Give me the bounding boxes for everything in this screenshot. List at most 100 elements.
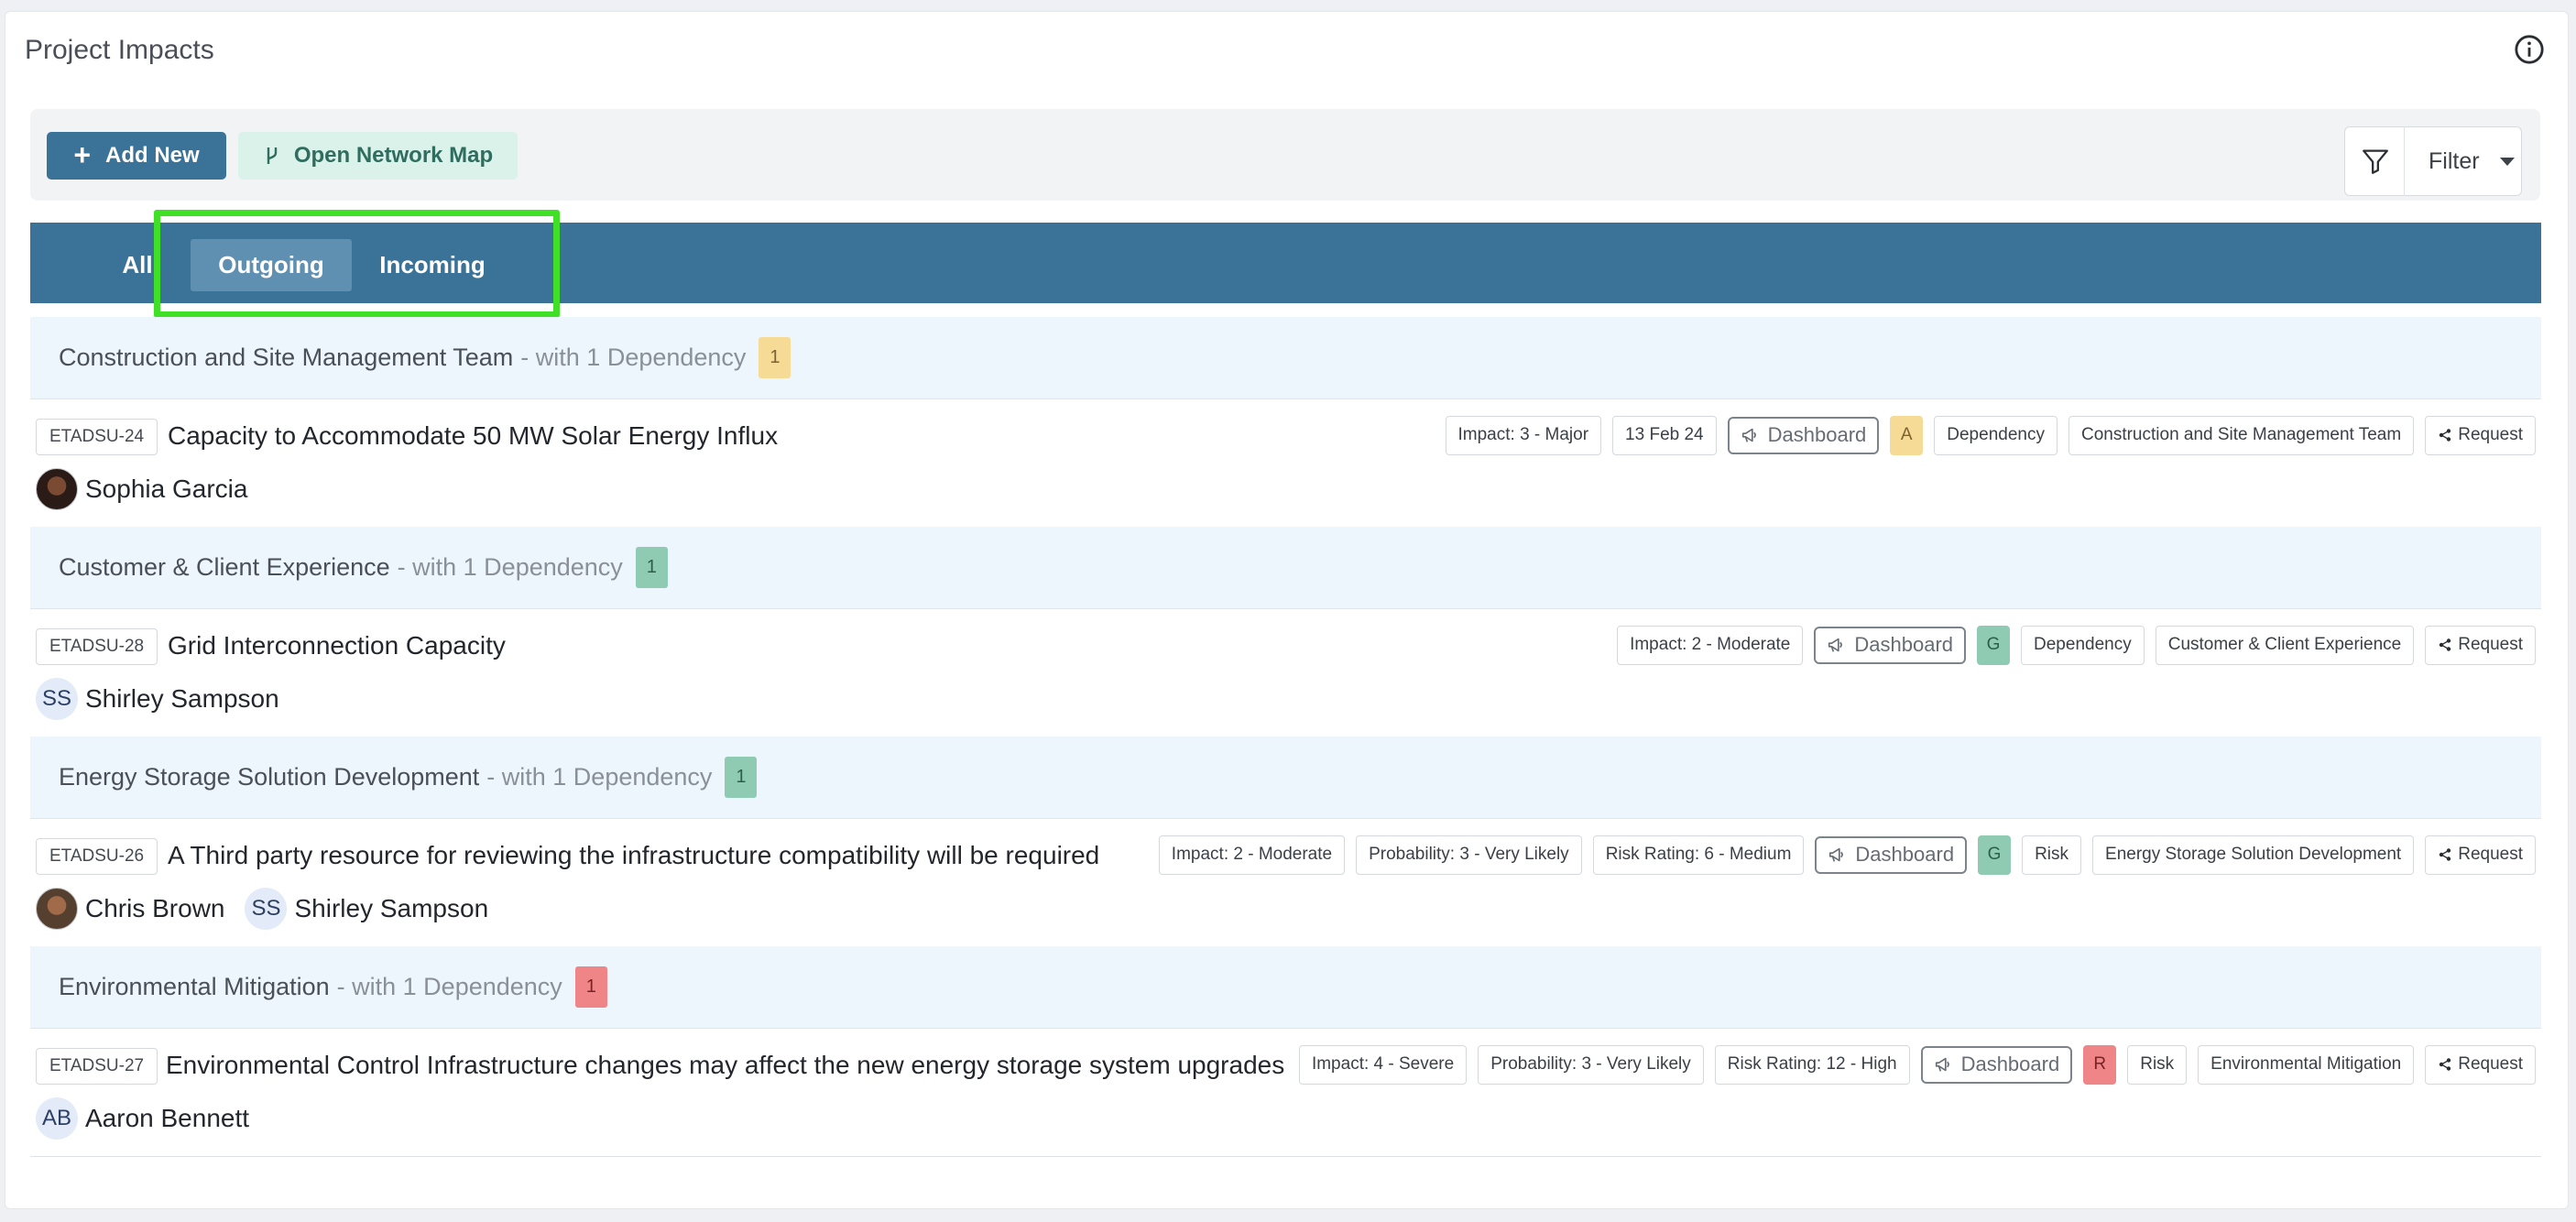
rag-status-badge: G [1977,625,2011,665]
assignee[interactable]: SS Shirley Sampson [36,678,279,720]
megaphone-icon [1935,1057,1949,1072]
list-item[interactable]: ETADSU-24 Capacity to Accommodate 50 MW … [30,400,2541,528]
info-circle-icon[interactable] [2514,34,2545,65]
item-chips: Impact: 2 - Moderate Dashboard G Depende… [1617,625,2536,665]
team-chip: Customer & Client Experience [2155,625,2415,665]
request-button[interactable]: Request [2425,415,2536,455]
assignee[interactable]: Chris Brown [36,888,224,930]
impact-chip: Impact: 4 - Severe [1298,1044,1468,1085]
item-id-badge[interactable]: ETADSU-24 [36,419,158,455]
filter-label: Filter [2429,147,2480,174]
assignee-name: Sophia Garcia [85,475,248,503]
list-item[interactable]: ETADSU-27 Environmental Control Infrastr… [30,1030,2541,1157]
type-chip: Dependency [1934,415,2058,455]
assignee-list: Sophia Garcia [36,467,267,511]
funnel-icon [2363,149,2388,174]
list-item[interactable]: ETADSU-26 A Third party resource for rev… [30,820,2541,947]
page-title: Project Impacts [25,35,214,65]
assignee-list: Chris Brown SS Shirley Sampson [36,887,508,931]
item-chips: Impact: 2 - Moderate Probability: 3 - Ve… [1158,835,2536,875]
probability-chip: Probability: 3 - Very Likely [1356,835,1582,875]
megaphone-icon [1741,428,1756,442]
type-chip: Risk [2022,835,2082,875]
request-button[interactable]: Request [2425,1044,2536,1085]
group-name: Customer & Client Experience [59,553,390,581]
dashboard-button[interactable]: Dashboard [1815,835,1968,874]
item-chips: Impact: 4 - Severe Probability: 3 - Very… [1298,1044,2536,1085]
type-chip: Risk [2127,1044,2188,1085]
assignee-list: SS Shirley Sampson [36,677,300,721]
branch-icon [267,147,278,164]
impact-chip: Impact: 2 - Moderate [1158,835,1346,875]
count-badge: 1 [759,337,791,378]
chevron-down-icon [2499,157,2515,166]
avatar: SS [245,888,288,930]
filter-dropdown[interactable]: Filter [2344,126,2522,196]
group-header[interactable]: Energy Storage Solution Development - wi… [30,736,2541,819]
rag-status-badge: R [2083,1044,2117,1085]
assignee-name: Shirley Sampson [85,684,279,713]
item-title[interactable]: Capacity to Accommodate 50 MW Solar Ener… [168,421,778,451]
megaphone-icon [1828,638,1843,652]
assignee-name: Chris Brown [85,894,225,922]
request-button[interactable]: Request [2425,835,2536,875]
assignee-name: Shirley Sampson [294,894,489,922]
rag-status-badge: G [1978,835,2012,875]
request-button[interactable]: Request [2425,625,2536,665]
impact-chip: Impact: 3 - Major [1445,415,1602,455]
plus-icon: + [73,137,91,171]
item-title[interactable]: Grid Interconnection Capacity [168,631,506,660]
avatar [36,888,78,930]
request-label: Request [2458,425,2523,444]
date-chip: 13 Feb 24 [1612,415,1717,455]
probability-chip: Probability: 3 - Very Likely [1478,1044,1704,1085]
item-id-badge[interactable]: ETADSU-28 [36,628,158,665]
open-network-map-button[interactable]: Open Network Map [238,132,518,180]
avatar: SS [36,678,78,720]
assignee[interactable]: AB Aaron Bennett [36,1097,249,1140]
item-title[interactable]: Environmental Control Infrastructure cha… [166,1051,1284,1080]
team-chip: Environmental Mitigation [2198,1044,2415,1085]
group-name: Construction and Site Management Team [59,344,514,371]
group-name: Energy Storage Solution Development [59,763,480,791]
assignee[interactable]: SS Shirley Sampson [245,888,488,930]
share-icon [2440,848,2451,861]
dashboard-button[interactable]: Dashboard [1814,626,1967,664]
avatar [36,468,78,510]
assignee-name: Aaron Bennett [85,1104,250,1132]
share-icon [2440,1058,2451,1071]
dashboard-label: Dashboard [1960,1053,2060,1075]
assignee-list: AB Aaron Bennett [36,1097,269,1140]
dashboard-button[interactable]: Dashboard [1727,416,1880,454]
group-dependency-count: - with 1 Dependency [486,763,713,791]
group-header[interactable]: Customer & Client Experience - with 1 De… [30,527,2541,609]
group-dependency-count: - with 1 Dependency [336,973,562,1000]
item-id-badge[interactable]: ETADSU-27 [36,1048,158,1085]
count-badge: 1 [725,757,758,798]
group-header[interactable]: Construction and Site Management Team - … [30,317,2541,399]
dashboard-label: Dashboard [1854,633,1954,656]
item-title[interactable]: A Third party resource for reviewing the… [168,841,1099,870]
share-icon [2440,638,2451,651]
list-item[interactable]: ETADSU-28 Grid Interconnection Capacity … [30,610,2541,737]
team-chip: Construction and Site Management Team [2068,415,2415,455]
group-dependency-count: - with 1 Dependency [520,344,747,371]
request-label: Request [2458,1054,2523,1074]
filter-divider [2404,126,2405,196]
count-badge: 1 [635,547,668,588]
group-name: Environmental Mitigation [59,973,330,1000]
dashboard-button[interactable]: Dashboard [1920,1045,2073,1084]
type-chip: Dependency [2021,625,2145,665]
rag-status-badge: A [1890,415,1924,455]
risk-rating-chip: Risk Rating: 6 - Medium [1592,835,1805,875]
item-chips: Impact: 3 - Major 13 Feb 24 Dashboard A … [1445,415,2536,455]
megaphone-icon [1829,847,1844,862]
count-badge: 1 [574,966,607,1008]
team-chip: Energy Storage Solution Development [2092,835,2415,875]
group-header[interactable]: Environmental Mitigation - with 1 Depend… [30,946,2541,1029]
assignee[interactable]: Sophia Garcia [36,468,247,510]
add-new-label: Add New [105,143,200,168]
toolbar: + Add New Open Network Map Filter [30,109,2540,201]
item-id-badge[interactable]: ETADSU-26 [36,838,158,875]
add-new-button[interactable]: + Add New [47,132,226,180]
